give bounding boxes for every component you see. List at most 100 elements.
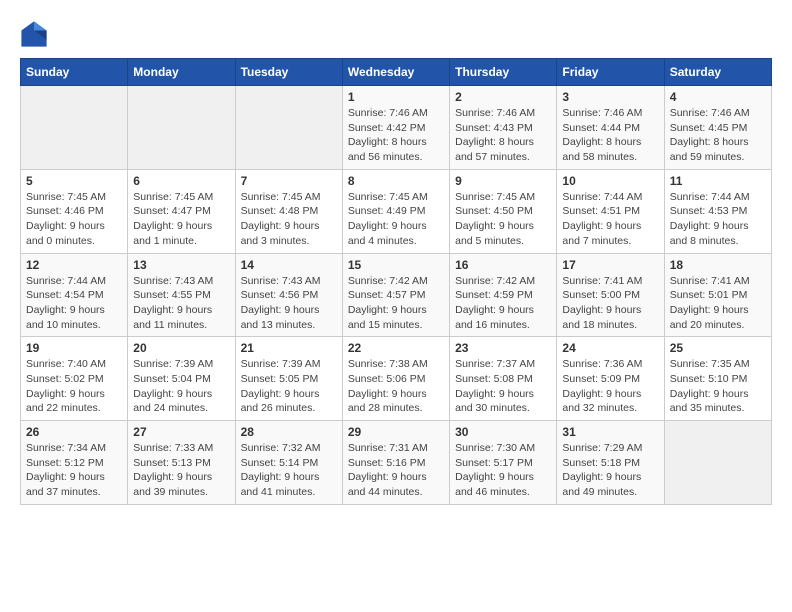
calendar-week-row: 5Sunrise: 7:45 AM Sunset: 4:46 PM Daylig… (21, 169, 772, 253)
calendar-cell: 10Sunrise: 7:44 AM Sunset: 4:51 PM Dayli… (557, 169, 664, 253)
calendar-cell: 14 Sunrise: 7:43 AM Sunset: 4:56 PM Dayli… (235, 253, 342, 337)
day-number: 4 (670, 90, 766, 104)
day-info: Sunrise: 7:45 AM Sunset: 4:50 PM Dayligh… (455, 190, 551, 249)
day-number: 13 (133, 258, 229, 272)
day-number: 30 (455, 425, 551, 439)
day-info: Sunrise: 7:45 AM Sunset: 4:47 PM Dayligh… (133, 190, 229, 249)
calendar-cell: 17 Sunrise: 7:41 AM Sunset: 5:00 PM Dayli… (557, 253, 664, 337)
calendar-cell: 4 Sunrise: 7:46 AM Sunset: 4:45 PM Daylig… (664, 86, 771, 170)
day-info: Sunrise: 7:34 AM Sunset: 5:12 PM Dayligh… (26, 441, 122, 500)
day-number: 23 (455, 341, 551, 355)
calendar-cell: 31 Sunrise: 7:29 AM Sunset: 5:18 PM Dayli… (557, 421, 664, 505)
calendar-cell: 5Sunrise: 7:45 AM Sunset: 4:46 PM Daylig… (21, 169, 128, 253)
day-number: 25 (670, 341, 766, 355)
calendar-cell (235, 86, 342, 170)
day-number: 9 (455, 174, 551, 188)
day-number: 17 (562, 258, 658, 272)
calendar-cell: 22 Sunrise: 7:38 AM Sunset: 5:06 PM Dayli… (342, 337, 449, 421)
day-info: Sunrise: 7:46 AM Sunset: 4:43 PM Dayligh… (455, 106, 551, 165)
day-number: 21 (241, 341, 337, 355)
day-number: 14 (241, 258, 337, 272)
calendar-week-row: 19 Sunrise: 7:40 AM Sunset: 5:02 PM Dayli… (21, 337, 772, 421)
column-header-wednesday: Wednesday (342, 59, 449, 86)
day-info: Sunrise: 7:45 AM Sunset: 4:49 PM Dayligh… (348, 190, 444, 249)
day-info: Sunrise: 7:43 AM Sunset: 4:56 PM Dayligh… (241, 274, 337, 333)
calendar-cell: 8 Sunrise: 7:45 AM Sunset: 4:49 PM Daylig… (342, 169, 449, 253)
day-info: Sunrise: 7:42 AM Sunset: 4:59 PM Dayligh… (455, 274, 551, 333)
day-info: Sunrise: 7:30 AM Sunset: 5:17 PM Dayligh… (455, 441, 551, 500)
calendar-cell: 20 Sunrise: 7:39 AM Sunset: 5:04 PM Dayli… (128, 337, 235, 421)
day-info: Sunrise: 7:45 AM Sunset: 4:48 PM Dayligh… (241, 190, 337, 249)
calendar-cell (128, 86, 235, 170)
calendar-cell: 28 Sunrise: 7:32 AM Sunset: 5:14 PM Dayli… (235, 421, 342, 505)
day-info: Sunrise: 7:39 AM Sunset: 5:04 PM Dayligh… (133, 357, 229, 416)
calendar-week-row: 26 Sunrise: 7:34 AM Sunset: 5:12 PM Dayli… (21, 421, 772, 505)
calendar-cell: 25 Sunrise: 7:35 AM Sunset: 5:10 PM Dayli… (664, 337, 771, 421)
calendar-cell: 16 Sunrise: 7:42 AM Sunset: 4:59 PM Dayli… (450, 253, 557, 337)
calendar-cell: 29Sunrise: 7:31 AM Sunset: 5:16 PM Dayli… (342, 421, 449, 505)
day-info: Sunrise: 7:33 AM Sunset: 5:13 PM Dayligh… (133, 441, 229, 500)
calendar-cell: 30 Sunrise: 7:30 AM Sunset: 5:17 PM Dayli… (450, 421, 557, 505)
calendar-header-row: SundayMondayTuesdayWednesdayThursdayFrid… (21, 59, 772, 86)
day-number: 12 (26, 258, 122, 272)
day-number: 19 (26, 341, 122, 355)
day-info: Sunrise: 7:36 AM Sunset: 5:09 PM Dayligh… (562, 357, 658, 416)
day-info: Sunrise: 7:41 AM Sunset: 5:00 PM Dayligh… (562, 274, 658, 333)
day-info: Sunrise: 7:46 AM Sunset: 4:44 PM Dayligh… (562, 106, 658, 165)
calendar-cell: 23 Sunrise: 7:37 AM Sunset: 5:08 PM Dayli… (450, 337, 557, 421)
column-header-sunday: Sunday (21, 59, 128, 86)
calendar-cell: 12 Sunrise: 7:44 AM Sunset: 4:54 PM Dayli… (21, 253, 128, 337)
day-number: 18 (670, 258, 766, 272)
calendar-cell: 7Sunrise: 7:45 AM Sunset: 4:48 PM Daylig… (235, 169, 342, 253)
day-info: Sunrise: 7:41 AM Sunset: 5:01 PM Dayligh… (670, 274, 766, 333)
calendar-cell: 21 Sunrise: 7:39 AM Sunset: 5:05 PM Dayli… (235, 337, 342, 421)
day-number: 24 (562, 341, 658, 355)
day-number: 31 (562, 425, 658, 439)
day-info: Sunrise: 7:42 AM Sunset: 4:57 PM Dayligh… (348, 274, 444, 333)
column-header-thursday: Thursday (450, 59, 557, 86)
day-number: 2 (455, 90, 551, 104)
day-info: Sunrise: 7:40 AM Sunset: 5:02 PM Dayligh… (26, 357, 122, 416)
calendar-cell: 24 Sunrise: 7:36 AM Sunset: 5:09 PM Dayli… (557, 337, 664, 421)
day-number: 20 (133, 341, 229, 355)
calendar-week-row: 12 Sunrise: 7:44 AM Sunset: 4:54 PM Dayli… (21, 253, 772, 337)
day-number: 27 (133, 425, 229, 439)
day-number: 8 (348, 174, 444, 188)
day-number: 26 (26, 425, 122, 439)
day-info: Sunrise: 7:44 AM Sunset: 4:53 PM Dayligh… (670, 190, 766, 249)
day-info: Sunrise: 7:44 AM Sunset: 4:51 PM Dayligh… (562, 190, 658, 249)
calendar-cell: 6 Sunrise: 7:45 AM Sunset: 4:47 PM Daylig… (128, 169, 235, 253)
day-info: Sunrise: 7:37 AM Sunset: 5:08 PM Dayligh… (455, 357, 551, 416)
day-number: 6 (133, 174, 229, 188)
calendar-cell: 18 Sunrise: 7:41 AM Sunset: 5:01 PM Dayli… (664, 253, 771, 337)
calendar-cell: 9 Sunrise: 7:45 AM Sunset: 4:50 PM Daylig… (450, 169, 557, 253)
generalblue-logo-icon (20, 20, 48, 48)
logo (20, 20, 52, 48)
calendar-cell: 3 Sunrise: 7:46 AM Sunset: 4:44 PM Daylig… (557, 86, 664, 170)
day-info: Sunrise: 7:43 AM Sunset: 4:55 PM Dayligh… (133, 274, 229, 333)
calendar-cell: 2 Sunrise: 7:46 AM Sunset: 4:43 PM Daylig… (450, 86, 557, 170)
column-header-tuesday: Tuesday (235, 59, 342, 86)
day-info: Sunrise: 7:39 AM Sunset: 5:05 PM Dayligh… (241, 357, 337, 416)
day-number: 29 (348, 425, 444, 439)
calendar-cell (21, 86, 128, 170)
day-number: 3 (562, 90, 658, 104)
day-number: 11 (670, 174, 766, 188)
day-info: Sunrise: 7:32 AM Sunset: 5:14 PM Dayligh… (241, 441, 337, 500)
day-info: Sunrise: 7:35 AM Sunset: 5:10 PM Dayligh… (670, 357, 766, 416)
day-number: 28 (241, 425, 337, 439)
calendar-week-row: 1Sunrise: 7:46 AM Sunset: 4:42 PM Daylig… (21, 86, 772, 170)
day-info: Sunrise: 7:29 AM Sunset: 5:18 PM Dayligh… (562, 441, 658, 500)
column-header-monday: Monday (128, 59, 235, 86)
calendar-cell: 19 Sunrise: 7:40 AM Sunset: 5:02 PM Dayli… (21, 337, 128, 421)
day-info: Sunrise: 7:44 AM Sunset: 4:54 PM Dayligh… (26, 274, 122, 333)
day-number: 22 (348, 341, 444, 355)
day-number: 16 (455, 258, 551, 272)
day-info: Sunrise: 7:45 AM Sunset: 4:46 PM Dayligh… (26, 190, 122, 249)
page-header (20, 20, 772, 48)
day-number: 15 (348, 258, 444, 272)
calendar-cell: 26 Sunrise: 7:34 AM Sunset: 5:12 PM Dayli… (21, 421, 128, 505)
day-info: Sunrise: 7:46 AM Sunset: 4:45 PM Dayligh… (670, 106, 766, 165)
calendar-cell: 1Sunrise: 7:46 AM Sunset: 4:42 PM Daylig… (342, 86, 449, 170)
day-info: Sunrise: 7:38 AM Sunset: 5:06 PM Dayligh… (348, 357, 444, 416)
